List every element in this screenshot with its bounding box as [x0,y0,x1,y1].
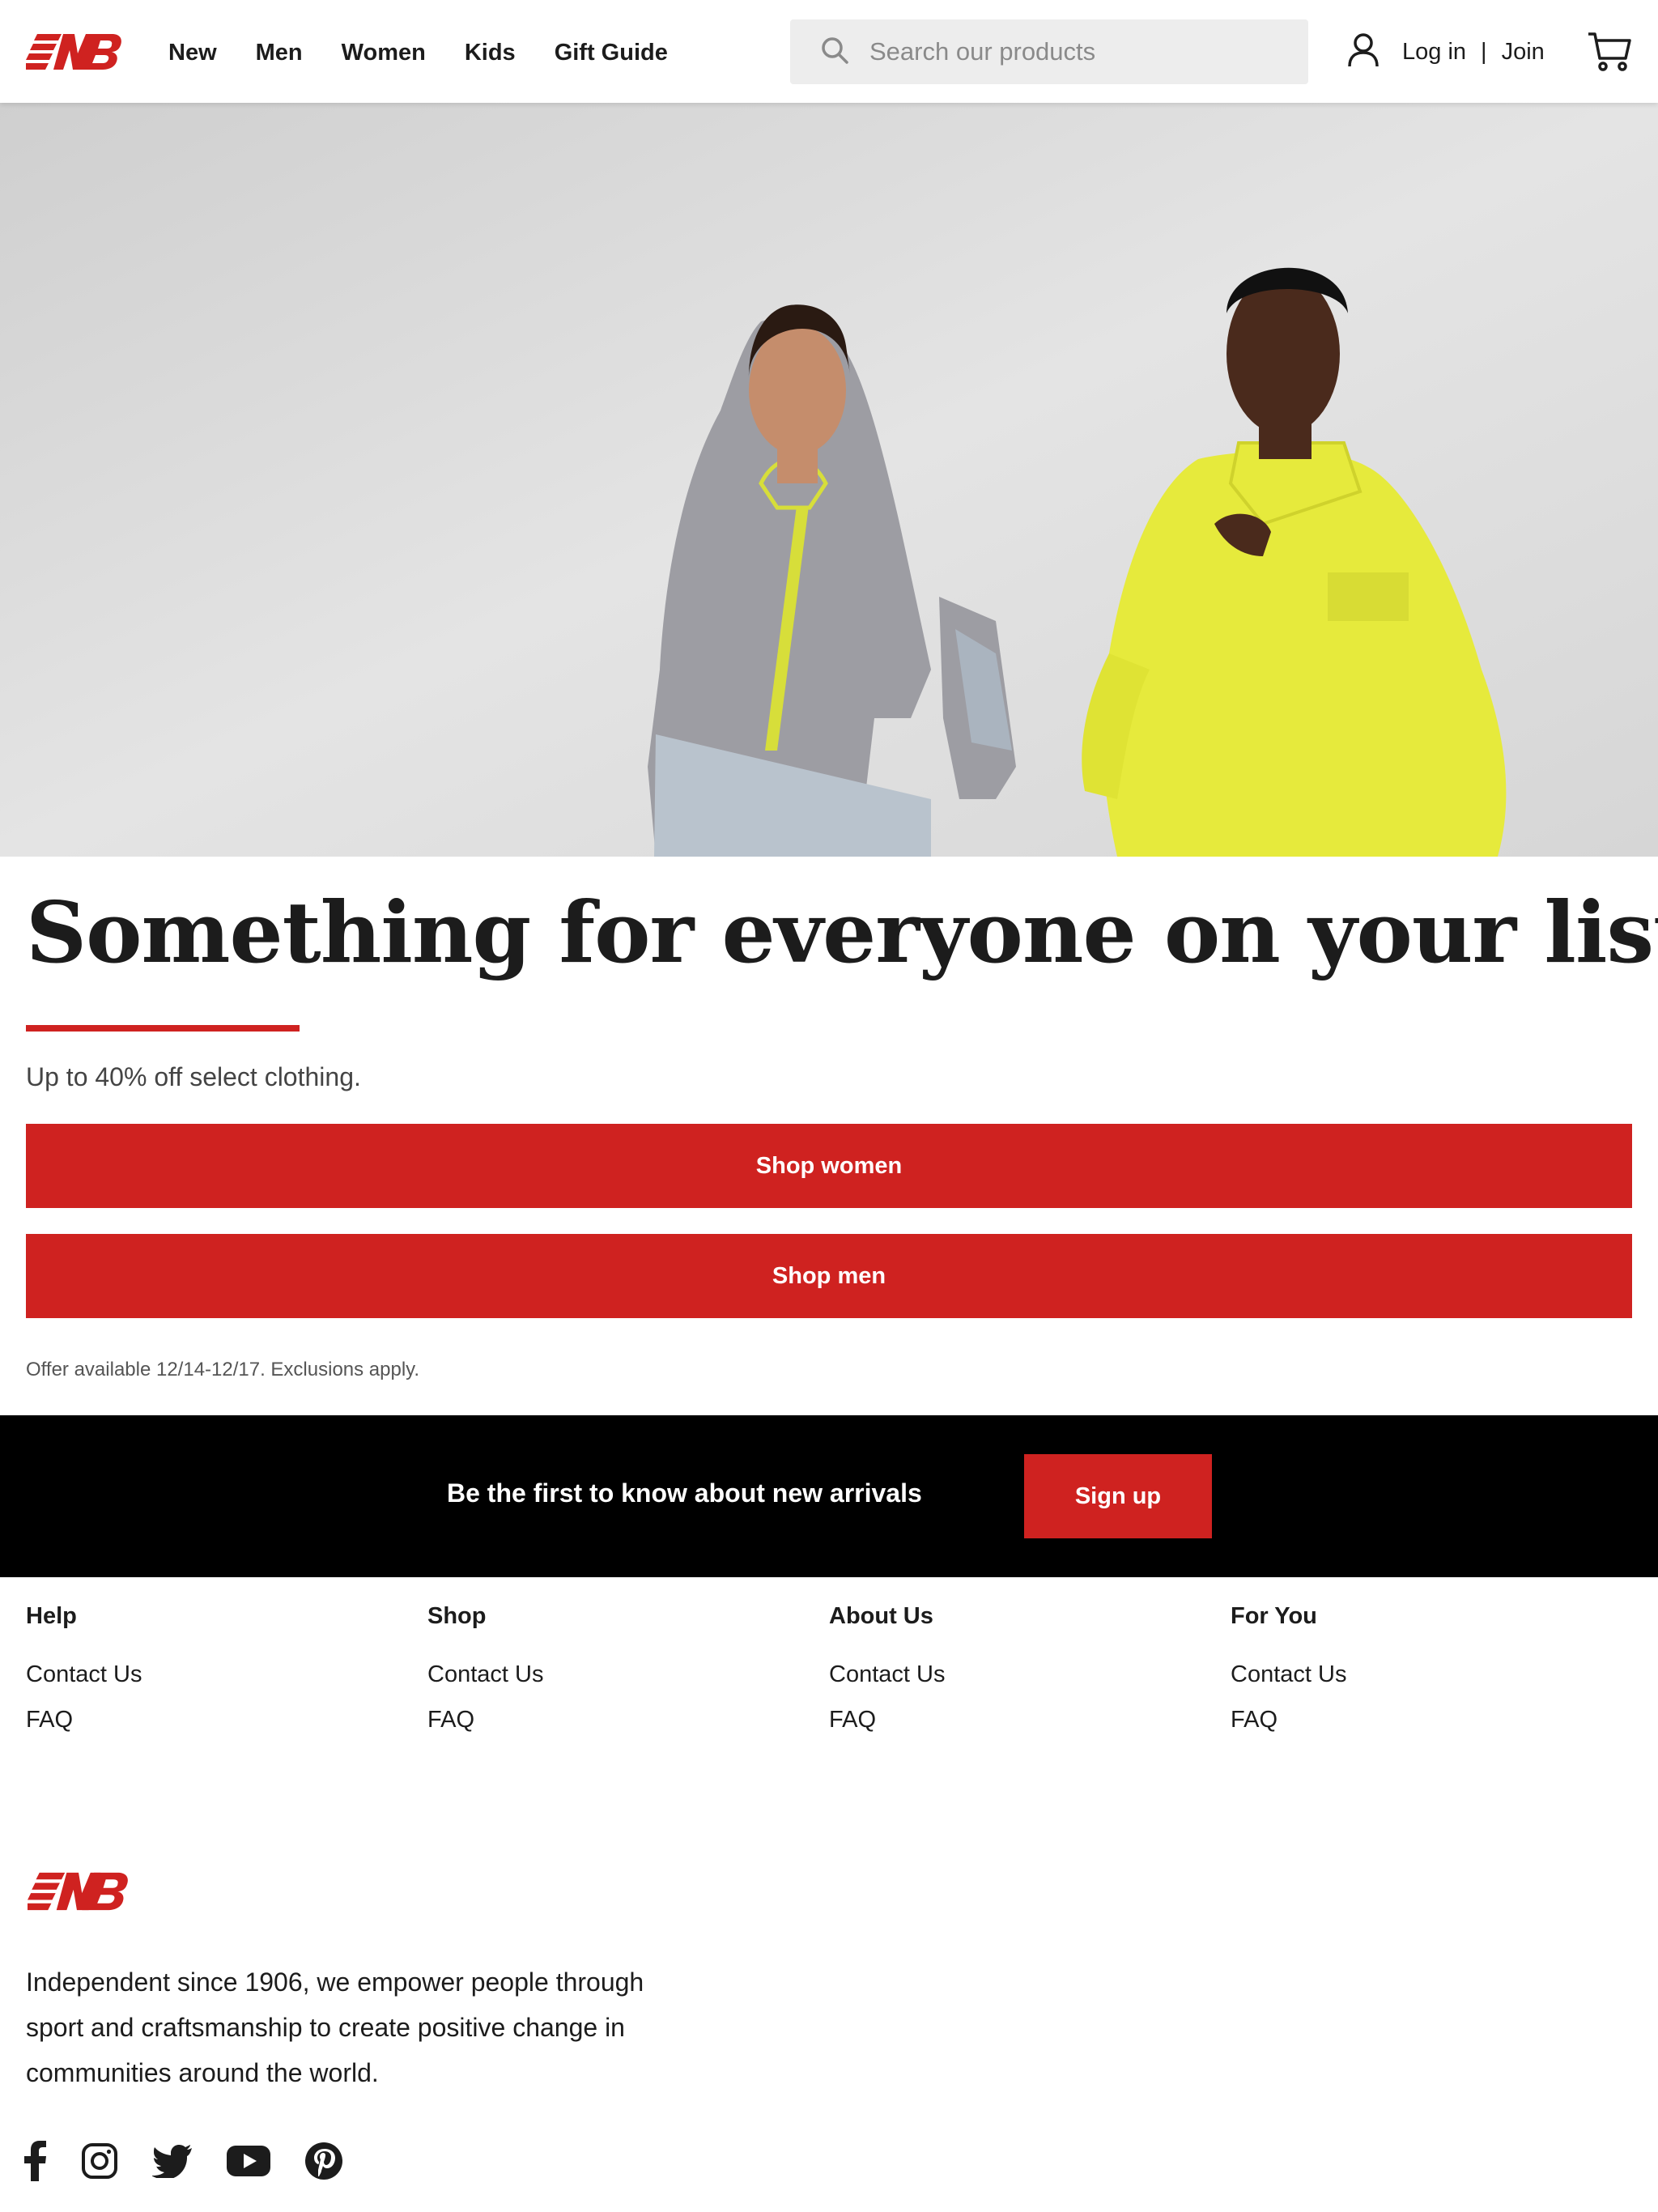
twitter-icon[interactable] [152,2144,193,2178]
footer-column-for-you: For You Contact Us FAQ [1231,1603,1603,1751]
nav-men[interactable]: Men [256,32,303,73]
brand-logo[interactable] [23,29,121,79]
nav-gift-guide[interactable]: Gift Guide [555,32,668,73]
footer-link-faq[interactable]: FAQ [26,1706,398,1733]
main-nav: New Men Women Kids Gift Guide [168,32,707,73]
newsletter-bar: Be the first to know about new arrivals … [0,1415,1658,1577]
search-input[interactable] [868,36,1292,67]
login-separator: | [1481,39,1487,65]
promo-headline: Something for everyone on your list. [26,883,1658,982]
footer-link-faq[interactable]: FAQ [427,1706,800,1733]
search-bar[interactable] [790,19,1308,84]
hero-image [0,103,1658,857]
shop-men-button[interactable]: Shop men [26,1234,1632,1318]
facebook-icon[interactable] [23,2141,47,2181]
newsletter-text: Be the first to know about new arrivals [447,1478,922,1508]
nav-new[interactable]: New [168,32,217,73]
footer-link-contact[interactable]: Contact Us [1231,1661,1603,1688]
footer-heading: About Us [829,1603,933,1629]
join-link[interactable]: Join [1502,31,1545,73]
footer-column-shop: Shop Contact Us FAQ [427,1603,800,1751]
footer-heading: Help [26,1603,77,1629]
promo-subtext: Up to 40% off select clothing. [26,1062,361,1091]
social-links [23,2141,377,2181]
account-links: Log in | Join [1347,31,1545,73]
search-icon [821,36,848,68]
offer-disclaimer: Offer available 12/14-12/17. Exclusions … [26,1359,420,1380]
footer-heading: Shop [427,1603,487,1629]
footer-heading: For You [1231,1603,1317,1629]
user-icon[interactable] [1347,32,1380,72]
brand-statement: Independent since 1906, we empower peopl… [26,1967,644,2087]
headline-divider [26,1025,300,1032]
footer-column-help: Help Contact Us FAQ [26,1603,398,1751]
footer-link-contact[interactable]: Contact Us [427,1661,800,1688]
nav-women[interactable]: Women [342,32,426,73]
footer-brand-logo[interactable] [23,1867,128,1920]
footer-link-contact[interactable]: Contact Us [829,1661,1201,1688]
footer-column-about-us: About Us Contact Us FAQ [829,1603,1201,1751]
instagram-icon[interactable] [81,2142,118,2180]
site-header: New Men Women Kids Gift Guide Log in | J… [0,0,1658,103]
footer-link-faq[interactable]: FAQ [829,1706,1201,1733]
youtube-icon[interactable] [227,2146,270,2176]
footer-link-contact[interactable]: Contact Us [26,1661,398,1688]
login-link[interactable]: Log in [1402,31,1466,73]
footer-link-faq[interactable]: FAQ [1231,1706,1603,1733]
shop-women-button[interactable]: Shop women [26,1124,1632,1208]
nav-kids[interactable]: Kids [465,32,516,73]
cart-icon[interactable] [1587,31,1632,77]
pinterest-icon[interactable] [304,2142,343,2180]
signup-button[interactable]: Sign up [1024,1454,1212,1538]
